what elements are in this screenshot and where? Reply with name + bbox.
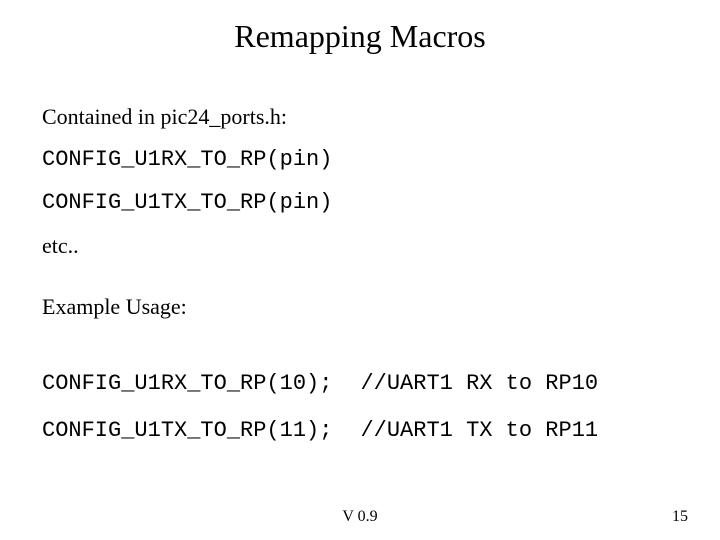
slide: Remapping Macros Contained in pic24_port… — [0, 0, 720, 540]
slide-body: Contained in pic24_ports.h: CONFIG_U1RX_… — [42, 100, 678, 461]
macro-line: CONFIG_U1RX_TO_RP(pin) — [42, 143, 678, 176]
example-line: CONFIG_U1TX_TO_RP(11); //UART1 TX to RP1… — [42, 414, 678, 447]
macro-line: CONFIG_U1TX_TO_RP(pin) — [42, 186, 678, 219]
example-heading: Example Usage: — [42, 290, 678, 323]
example-comment: //UART1 RX to RP10 — [360, 367, 598, 400]
slide-title: Remapping Macros — [0, 18, 720, 55]
footer-page-number: 15 — [672, 508, 688, 526]
example-line: CONFIG_U1RX_TO_RP(10); //UART1 RX to RP1… — [42, 367, 678, 400]
intro-text: Contained in pic24_ports.h: — [42, 100, 678, 133]
example-code: CONFIG_U1RX_TO_RP(10); — [42, 367, 332, 400]
example-code: CONFIG_U1TX_TO_RP(11); — [42, 414, 332, 447]
etc-text: etc.. — [42, 229, 678, 262]
footer-version: V 0.9 — [0, 508, 720, 526]
example-comment: //UART1 TX to RP11 — [360, 414, 598, 447]
